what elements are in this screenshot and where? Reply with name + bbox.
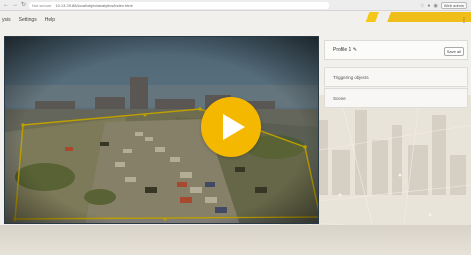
kebab-menu-icon[interactable]: ⋮ [461, 17, 467, 24]
video-thumbnail: ← → ↻ Not secure 10.13.29.88/local/objec… [0, 0, 471, 255]
back-icon[interactable]: ← [3, 2, 9, 8]
bottom-blur [0, 225, 471, 255]
profile-title[interactable]: Profile 1 ✎ [333, 47, 357, 53]
profile-row: Profile 1 ✎ Save all [324, 40, 468, 60]
reload-icon[interactable]: ↻ [21, 2, 26, 8]
profile-icon[interactable]: ◉ [433, 3, 437, 9]
browser-toolbar: ☆ ● ◉ Web admin [420, 2, 467, 9]
play-icon [222, 114, 245, 140]
bookmark-icon[interactable]: ☆ [420, 3, 424, 9]
extension-icon[interactable]: ● [427, 3, 430, 9]
triggering-objects-label: Triggering objects [333, 75, 369, 80]
scene-label: Scene [333, 96, 346, 101]
url-field[interactable]: Not secure 10.13.29.88/local/objectanaly… [29, 1, 330, 9]
play-button[interactable] [201, 97, 261, 157]
scene-section[interactable]: Scene [324, 88, 468, 108]
camera-view[interactable] [4, 36, 319, 224]
not-secure-label: Not secure [32, 2, 52, 8]
settings-panel: Profile 1 ✎ Save all Triggering objects … [321, 36, 471, 226]
camera-scene [5, 37, 318, 223]
menu-item-analysis[interactable]: ysis [2, 17, 11, 23]
forward-icon[interactable]: → [12, 2, 18, 8]
browser-address-bar: ← → ↻ Not secure 10.13.29.88/local/objec… [0, 0, 471, 11]
brand-stripe [355, 12, 471, 22]
app-menu: ysis Settings Help [0, 14, 320, 26]
save-all-button[interactable]: Save all [443, 47, 464, 56]
triggering-objects-section[interactable]: Triggering objects [324, 67, 468, 87]
web-admin-button[interactable]: Web admin [440, 2, 467, 9]
url-text: 10.13.29.88/local/objectanalytics/index.… [55, 2, 133, 8]
menu-item-settings[interactable]: Settings [19, 17, 37, 23]
menu-item-help[interactable]: Help [45, 17, 55, 23]
